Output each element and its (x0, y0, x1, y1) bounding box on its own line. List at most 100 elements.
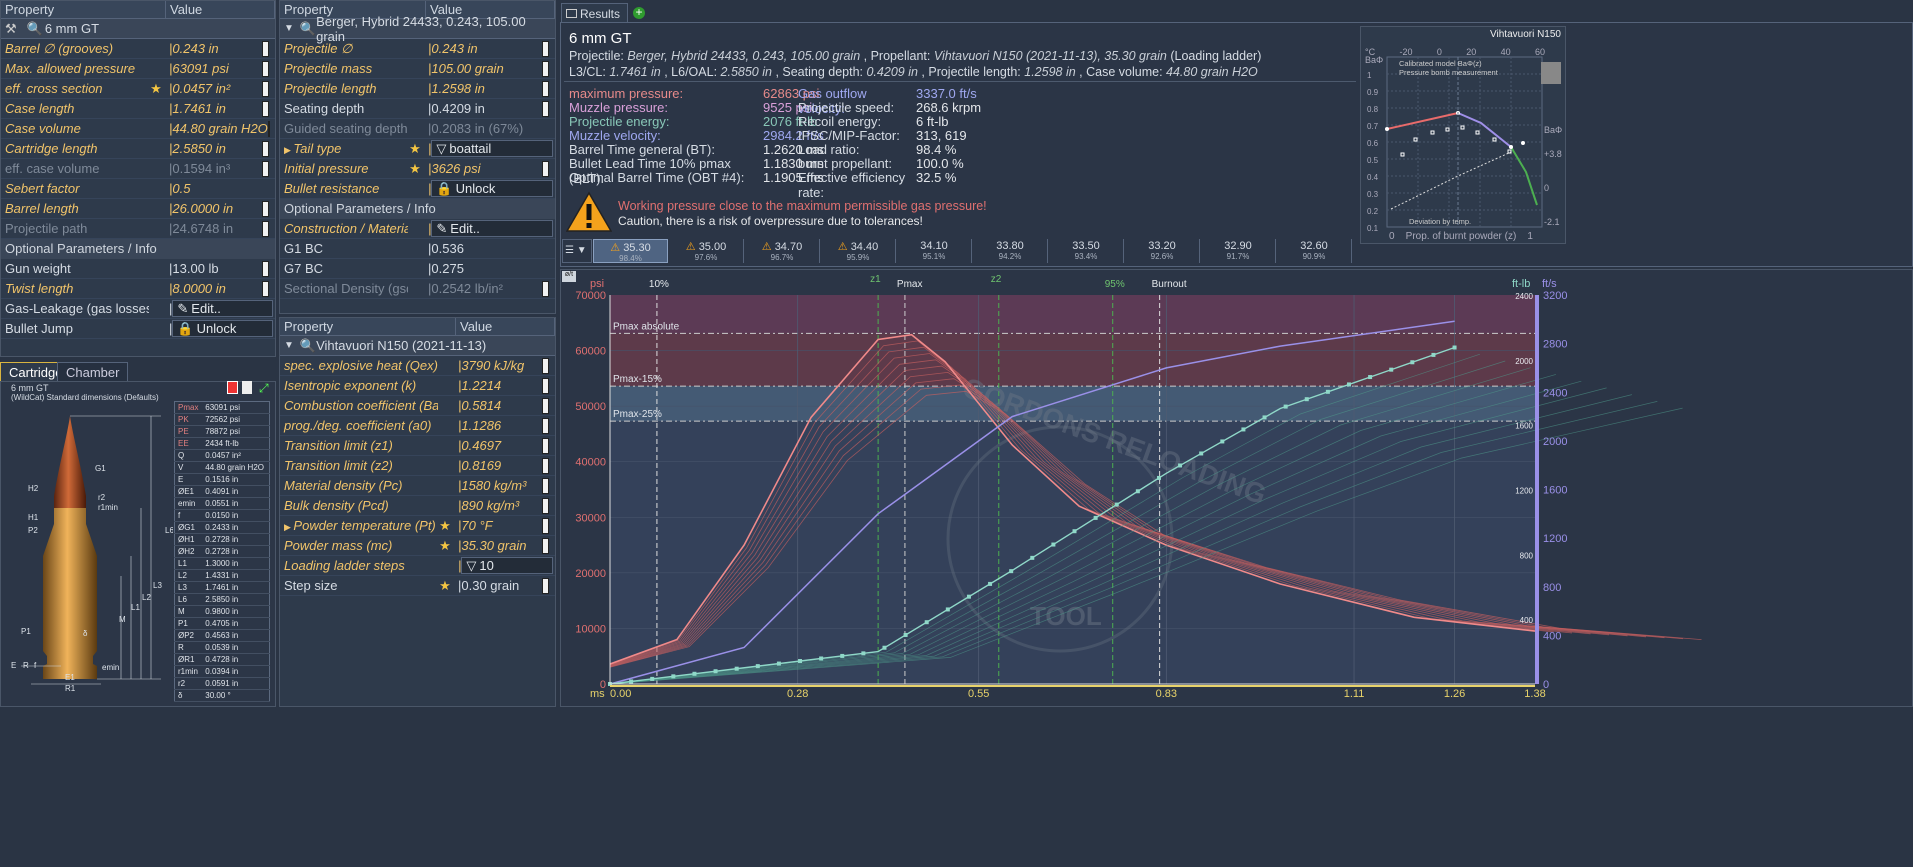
property-row-transition-limit-z1[interactable]: Transition limit (z1) | 0.4697 (280, 436, 555, 456)
favorite-star-icon[interactable]: ★ (408, 161, 422, 177)
value-button[interactable]: ✎ Edit.. (431, 220, 553, 237)
property-value[interactable]: 0.4209 in (431, 101, 485, 116)
property-value[interactable]: Unlock (197, 321, 237, 336)
ladder-step[interactable]: 33.80 94.2% (973, 239, 1048, 263)
property-value[interactable]: 0.243 in (431, 41, 477, 56)
ladder-step[interactable]: ⚠ 34.70 96.7% (745, 239, 820, 263)
property-value[interactable]: 0.4697 (461, 438, 501, 453)
property-row-initial-pressure[interactable]: Initial pressure ★ | 3626 psi (280, 159, 555, 179)
value-button[interactable]: ▽ 10 (461, 557, 553, 574)
ladder-step[interactable]: 33.20 92.6% (1125, 239, 1200, 263)
spinner-control[interactable] (542, 377, 549, 394)
property-row-projectile-length[interactable]: Projectile length | 1.2598 in (280, 79, 555, 99)
property-value[interactable]: 0.5 (172, 181, 190, 196)
property-row-eff-case-volume[interactable]: eff. case volume | 0.1594 in³ (1, 159, 275, 179)
property-row-barrel-grooves[interactable]: Barrel ∅ (grooves) | 0.243 in (1, 39, 275, 59)
property-value[interactable]: Unlock (456, 181, 496, 196)
property-value[interactable]: 35.30 grain (461, 538, 526, 553)
property-value[interactable]: 1.2598 in (431, 81, 485, 96)
spinner-control[interactable] (542, 160, 549, 177)
property-value[interactable]: 2.5850 in (172, 141, 226, 156)
spinner-control[interactable] (262, 60, 269, 77)
spinner-control[interactable] (542, 457, 549, 474)
projectile-selector[interactable]: ▼ 🔍 Berger, Hybrid 24433, 0.243, 105.00 … (280, 14, 555, 44)
property-row-bullet-resistance[interactable]: Bullet resistance | 🔒 Unlock (280, 179, 555, 199)
spinner-control[interactable] (542, 497, 549, 514)
property-value[interactable]: Edit.. (450, 221, 480, 236)
collapse-icon[interactable]: ▼ (284, 340, 294, 351)
property-value[interactable]: 8.0000 in (172, 281, 226, 296)
property-value[interactable]: 3790 kJ/kg (461, 358, 524, 373)
property-value[interactable]: 13.00 lb (172, 261, 218, 276)
property-value[interactable]: 10 (479, 558, 493, 573)
property-value[interactable]: 63091 psi (172, 61, 228, 76)
spinner-control[interactable] (262, 200, 269, 217)
spinner-control[interactable] (542, 80, 549, 97)
tools-icon[interactable]: ⚒ (5, 21, 17, 37)
property-value[interactable]: 1580 kg/m³ (461, 478, 526, 493)
favorite-star-icon[interactable]: ★ (408, 141, 422, 157)
property-row-construction-material[interactable]: Construction / Material | ✎ Edit.. (280, 219, 555, 239)
favorite-star-icon[interactable]: ★ (438, 578, 452, 594)
collapse-icon[interactable]: ▼ (284, 23, 294, 34)
property-row-sebert-factor[interactable]: Sebert factor | 0.5 (1, 179, 275, 199)
property-value[interactable]: 0.30 grain (461, 578, 519, 593)
pdf-icon[interactable] (227, 381, 238, 394)
property-value[interactable]: 0.1594 in³ (172, 161, 230, 176)
property-value[interactable]: 1.7461 in (172, 101, 226, 116)
document-icon[interactable] (242, 381, 252, 394)
property-value[interactable]: 0.8169 (461, 458, 501, 473)
spinner-control[interactable] (542, 537, 549, 554)
property-row-guided-seating-depth[interactable]: Guided seating depth | 0.2083 in (67%) (280, 119, 555, 139)
value-button[interactable]: ✎ Edit.. (172, 300, 273, 317)
spinner-control[interactable] (262, 80, 269, 97)
property-value[interactable]: 1.2214 (461, 378, 501, 393)
ladder-step[interactable]: ⚠ 35.30 98.4% (593, 239, 668, 263)
property-row-bulk-density-pcd[interactable]: Bulk density (Pcd) | 890 kg/m³ (280, 496, 555, 516)
property-value[interactable]: Edit.. (191, 301, 221, 316)
property-row-tail-type[interactable]: ▶ Tail type ★ | ▽ boattail (280, 139, 555, 159)
spinner-control[interactable] (267, 120, 270, 137)
favorite-star-icon[interactable]: ★ (438, 518, 452, 534)
property-row-powder-temperature-pt[interactable]: ▶ Powder temperature (Pt) ★ | 70 °F (280, 516, 555, 536)
property-row-case-volume[interactable]: Case volume | 44.80 grain H2O (1, 119, 275, 139)
property-row-twist-length[interactable]: Twist length | 8.0000 in (1, 279, 275, 299)
property-value[interactable]: boattail (449, 141, 491, 156)
property-row-g1-bc[interactable]: G1 BC | 0.536 (280, 239, 555, 259)
spinner-control[interactable] (542, 100, 549, 117)
expand-icon[interactable]: ⤢ (259, 381, 269, 396)
ladder-step[interactable]: 33.50 93.4% (1049, 239, 1124, 263)
property-value[interactable]: 3626 psi (431, 161, 480, 176)
tab-chamber[interactable]: Chamber (57, 362, 129, 382)
ladder-step[interactable]: ⚠ 34.40 95.9% (821, 239, 896, 263)
property-row-prog-deg-coefficient-a0[interactable]: prog./deg. coefficient (a0) | 1.1286 (280, 416, 555, 436)
property-value[interactable]: 70 °F (461, 518, 492, 533)
property-row-seating-depth[interactable]: Seating depth | 0.4209 in (280, 99, 555, 119)
spinner-control[interactable] (262, 260, 269, 277)
property-value[interactable]: 24.6748 in (172, 221, 233, 236)
property-row-transition-limit-z2[interactable]: Transition limit (z2) | 0.8169 (280, 456, 555, 476)
cartridge-selector[interactable]: ⚒ 🔍 6 mm GT (1, 19, 275, 39)
property-value[interactable]: 0.536 (431, 241, 464, 256)
spinner-control[interactable] (542, 357, 549, 374)
property-row-powder-mass-mc[interactable]: Powder mass (mc) ★ | 35.30 grain (280, 536, 555, 556)
property-row-cartridge-length[interactable]: Cartridge length | 2.5850 in (1, 139, 275, 159)
favorite-star-icon[interactable]: ★ (438, 538, 452, 554)
property-row-max-allowed-pressure[interactable]: Max. allowed pressure | 63091 psi (1, 59, 275, 79)
value-button[interactable]: 🔒 Unlock (431, 180, 553, 197)
property-row-g7-bc[interactable]: G7 BC | 0.275 (280, 259, 555, 279)
property-value[interactable]: 0.275 (431, 261, 464, 276)
spinner-control[interactable] (542, 40, 549, 57)
property-value[interactable]: 0.0457 in² (172, 81, 230, 96)
property-row-eff-cross-section[interactable]: eff. cross section ★ | 0.0457 in² (1, 79, 275, 99)
property-row-spec-explosive-heat-qex[interactable]: spec. explosive heat (Qex) | 3790 kJ/kg (280, 356, 555, 376)
property-row-material-density-pc[interactable]: Material density (Pc) | 1580 kg/m³ (280, 476, 555, 496)
property-row-step-size[interactable]: Step size ★ | 0.30 grain (280, 576, 555, 596)
property-row-case-length[interactable]: Case length | 1.7461 in (1, 99, 275, 119)
property-row-combustion-coefficient-ba[interactable]: Combustion coefficient (Ba) | 0.5814 (280, 396, 555, 416)
property-value[interactable]: 26.0000 in (172, 201, 233, 216)
powder-selector[interactable]: ▼ 🔍 Vihtavuori N150 (2021-11-13) (280, 336, 555, 356)
property-row-barrel-length[interactable]: Barrel length | 26.0000 in (1, 199, 275, 219)
spinner-control[interactable] (262, 40, 269, 57)
property-row-loading-ladder-steps[interactable]: Loading ladder steps | ▽ 10 (280, 556, 555, 576)
